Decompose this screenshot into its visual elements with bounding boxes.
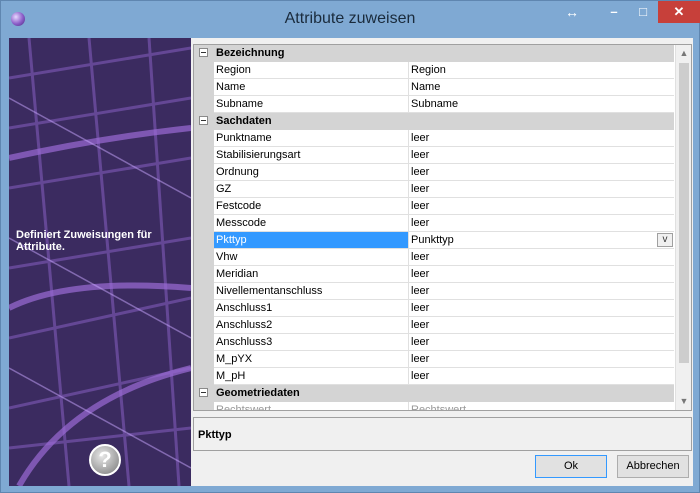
property-value[interactable]: leer	[409, 130, 674, 147]
category-geometriedaten[interactable]: Geometriedaten	[194, 385, 674, 402]
scroll-up-icon[interactable]: ▲	[676, 45, 691, 62]
property-value[interactable]: leer	[409, 334, 674, 351]
property-row[interactable]: Punktname leer	[194, 130, 674, 147]
property-row[interactable]: GZ leer	[194, 181, 674, 198]
property-name: Name	[214, 79, 409, 96]
maximize-button[interactable]: □	[629, 1, 657, 23]
property-value[interactable]: Rechtswert	[409, 402, 674, 410]
property-value[interactable]: leer	[409, 164, 674, 181]
property-row[interactable]: Rechtswert Rechtswert	[194, 402, 674, 410]
description-title: Pkttyp	[198, 429, 232, 441]
property-name: Rechtswert	[214, 402, 409, 410]
collapse-icon[interactable]	[199, 388, 208, 397]
property-row[interactable]: Stabilisierungsart leer	[194, 147, 674, 164]
category-bezeichnung[interactable]: Bezeichnung	[194, 45, 674, 62]
property-name: Meridian	[214, 266, 409, 283]
dialog-content: Definiert Zuweisungen für Attribute. ? B…	[9, 38, 693, 486]
collapse-icon[interactable]	[199, 48, 208, 57]
property-row[interactable]: Nivellementanschluss leer	[194, 283, 674, 300]
property-row[interactable]: Meridian leer	[194, 266, 674, 283]
cancel-button[interactable]: Abbrechen	[617, 455, 689, 478]
property-name: Messcode	[214, 215, 409, 232]
property-value[interactable]: Subname	[409, 96, 674, 113]
ok-button[interactable]: Ok	[535, 455, 607, 478]
property-value[interactable]: leer	[409, 351, 674, 368]
property-row[interactable]: Anschluss3 leer	[194, 334, 674, 351]
property-row[interactable]: Anschluss2 leer	[194, 317, 674, 334]
chevron-down-icon[interactable]: v	[657, 233, 673, 247]
property-name: Vhw	[214, 249, 409, 266]
title-bar: Attribute zuweisen ↔ – □ ✕	[1, 1, 700, 37]
description-box: Pkttyp	[193, 417, 692, 451]
property-name: M_pH	[214, 368, 409, 385]
property-row[interactable]: Region Region	[194, 62, 674, 79]
property-name: Nivellementanschluss	[214, 283, 409, 300]
property-value[interactable]: Name	[409, 79, 674, 96]
property-name: M_pYX	[214, 351, 409, 368]
property-name: Stabilisierungsart	[214, 147, 409, 164]
help-icon[interactable]: ?	[89, 444, 121, 476]
property-row[interactable]: M_pH leer	[194, 368, 674, 385]
resize-icon[interactable]: ↔	[561, 1, 583, 23]
property-value[interactable]: leer	[409, 368, 674, 385]
vertical-scrollbar[interactable]: ▲ ▼	[675, 45, 691, 410]
property-value[interactable]: leer	[409, 283, 674, 300]
property-value[interactable]: leer	[409, 181, 674, 198]
property-row[interactable]: M_pYX leer	[194, 351, 674, 368]
property-row[interactable]: Ordnung leer	[194, 164, 674, 181]
side-description: Definiert Zuweisungen für Attribute.	[16, 229, 152, 253]
property-row[interactable]: Vhw leer	[194, 249, 674, 266]
property-row[interactable]: Name Name	[194, 79, 674, 96]
property-value-combo[interactable]: Punkttyp v	[409, 232, 674, 249]
property-name: Ordnung	[214, 164, 409, 181]
property-value[interactable]: leer	[409, 215, 674, 232]
property-name: Anschluss1	[214, 300, 409, 317]
category-sachdaten[interactable]: Sachdaten	[194, 113, 674, 130]
property-value[interactable]: leer	[409, 317, 674, 334]
property-value[interactable]: Region	[409, 62, 674, 79]
collapse-icon[interactable]	[199, 116, 208, 125]
window-title: Attribute zuweisen	[284, 10, 416, 27]
close-button[interactable]: ✕	[658, 1, 700, 23]
category-label: Sachdaten	[216, 115, 272, 127]
property-name: Anschluss3	[214, 334, 409, 351]
map-background-image	[9, 38, 191, 486]
scroll-down-icon[interactable]: ▼	[676, 393, 691, 410]
property-name: Anschluss2	[214, 317, 409, 334]
property-grid: Bezeichnung Region Region Name Name Subnam…	[193, 44, 692, 411]
minimize-button[interactable]: –	[599, 1, 629, 23]
property-row[interactable]: Festcode leer	[194, 198, 674, 215]
dialog-window: Attribute zuweisen ↔ – □ ✕ Definiert Zuw…	[0, 0, 700, 493]
side-panel: Definiert Zuweisungen für Attribute. ?	[9, 38, 191, 486]
property-row[interactable]: Messcode leer	[194, 215, 674, 232]
property-name: Pkttyp	[214, 232, 409, 249]
property-value[interactable]: leer	[409, 249, 674, 266]
property-name: GZ	[214, 181, 409, 198]
category-label: Bezeichnung	[216, 47, 285, 59]
property-name: Punktname	[214, 130, 409, 147]
property-value[interactable]: leer	[409, 198, 674, 215]
property-value[interactable]: leer	[409, 147, 674, 164]
category-label: Geometriedaten	[216, 387, 300, 399]
property-row[interactable]: Anschluss1 leer	[194, 300, 674, 317]
property-value[interactable]: leer	[409, 300, 674, 317]
combo-value: Punkttyp	[411, 234, 454, 246]
property-name: Region	[214, 62, 409, 79]
property-row[interactable]: Subname Subname	[194, 96, 674, 113]
scrollbar-thumb[interactable]	[679, 63, 689, 363]
property-name: Festcode	[214, 198, 409, 215]
property-name: Subname	[214, 96, 409, 113]
property-value[interactable]: leer	[409, 266, 674, 283]
property-row-selected[interactable]: Pkttyp Punkttyp v	[194, 232, 674, 249]
